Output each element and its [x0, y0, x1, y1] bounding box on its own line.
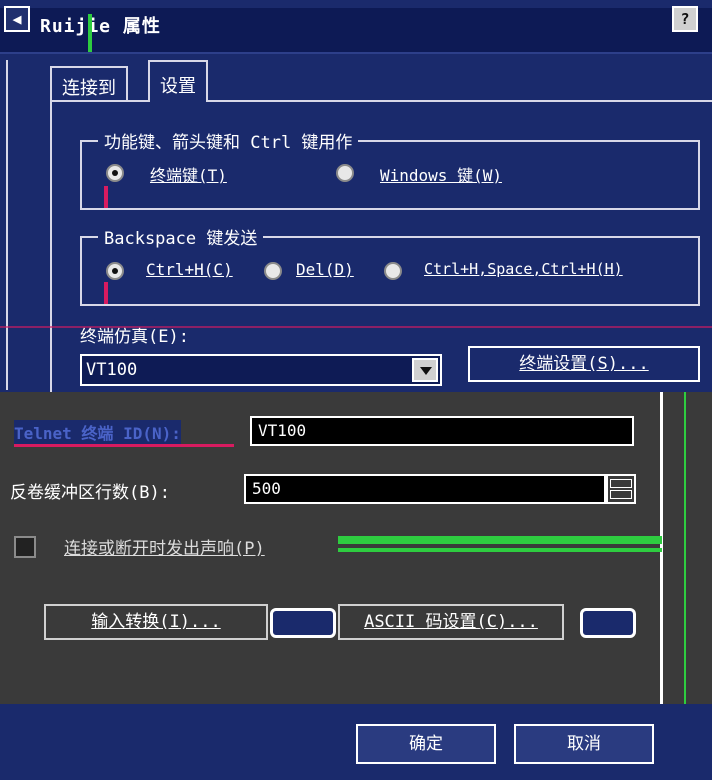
emulation-select[interactable]: VT100	[80, 354, 442, 386]
telnet-id-value: VT100	[258, 421, 307, 440]
beep-checkbox[interactable]	[14, 536, 36, 558]
del-label[interactable]: Del(D)	[296, 260, 354, 279]
glitch-mark	[104, 186, 108, 208]
glitch-line	[0, 326, 712, 328]
del-radio[interactable]	[264, 262, 282, 280]
tab-connect-to[interactable]: 连接到	[50, 66, 128, 102]
tab-settings-label: 设置	[160, 76, 196, 97]
input-translation-button[interactable]: 输入转换(I)...	[44, 604, 268, 640]
backscroll-label: 反卷缓冲区行数(B):	[10, 483, 170, 503]
telnet-id-label: Telnet 终端 ID(N):	[14, 420, 181, 444]
ctrl-h-space-label[interactable]: Ctrl+H,Space,Ctrl+H(H)	[424, 260, 694, 278]
window-title: Ruijie 属性	[40, 16, 161, 37]
glitch-block	[270, 608, 336, 638]
dialog-left-edge	[6, 60, 8, 390]
ctrl-h-radio[interactable]	[106, 262, 124, 280]
glitch-band	[338, 536, 662, 544]
spinner-down-icon[interactable]	[610, 490, 632, 499]
tab-connect-to-label: 连接到	[62, 78, 116, 99]
system-menu-icon[interactable]: ◀	[4, 6, 30, 32]
glitch-stripe	[88, 14, 92, 52]
ascii-setup-button[interactable]: ASCII 码设置(C)...	[338, 604, 564, 640]
glitch-band	[338, 548, 662, 552]
ctrl-h-space-radio[interactable]	[384, 262, 402, 280]
ok-button[interactable]: 确定	[356, 724, 496, 764]
spinner-up-icon[interactable]	[610, 479, 632, 488]
emulation-selected-value: VT100	[86, 360, 138, 380]
terminal-keys-label[interactable]: 终端键(T)	[150, 162, 227, 186]
beep-label[interactable]: 连接或断开时发出声响(P)	[64, 534, 265, 559]
ctrl-h-label[interactable]: Ctrl+H(C)	[146, 260, 233, 279]
chevron-down-icon[interactable]	[412, 358, 438, 382]
telnet-id-field[interactable]: VT100	[250, 416, 634, 446]
cancel-button[interactable]: 取消	[514, 724, 654, 764]
backspace-legend: Backspace 键发送	[98, 224, 264, 249]
function-keys-legend: 功能键、箭头键和 Ctrl 键用作	[98, 128, 359, 153]
backscroll-spinner[interactable]	[606, 474, 636, 504]
terminal-settings-button[interactable]: 终端设置(S)...	[468, 346, 700, 382]
glitch-line	[14, 444, 234, 447]
windows-keys-radio[interactable]	[336, 164, 354, 182]
terminal-keys-radio[interactable]	[106, 164, 124, 182]
glitch-mark	[104, 282, 108, 304]
windows-keys-label[interactable]: Windows 键(W)	[380, 162, 502, 186]
tab-settings[interactable]: 设置	[148, 60, 208, 102]
glitch-block	[580, 608, 636, 638]
backscroll-value: 500	[252, 479, 281, 498]
help-button[interactable]: ?	[672, 6, 698, 32]
backscroll-field[interactable]: 500	[244, 474, 606, 504]
